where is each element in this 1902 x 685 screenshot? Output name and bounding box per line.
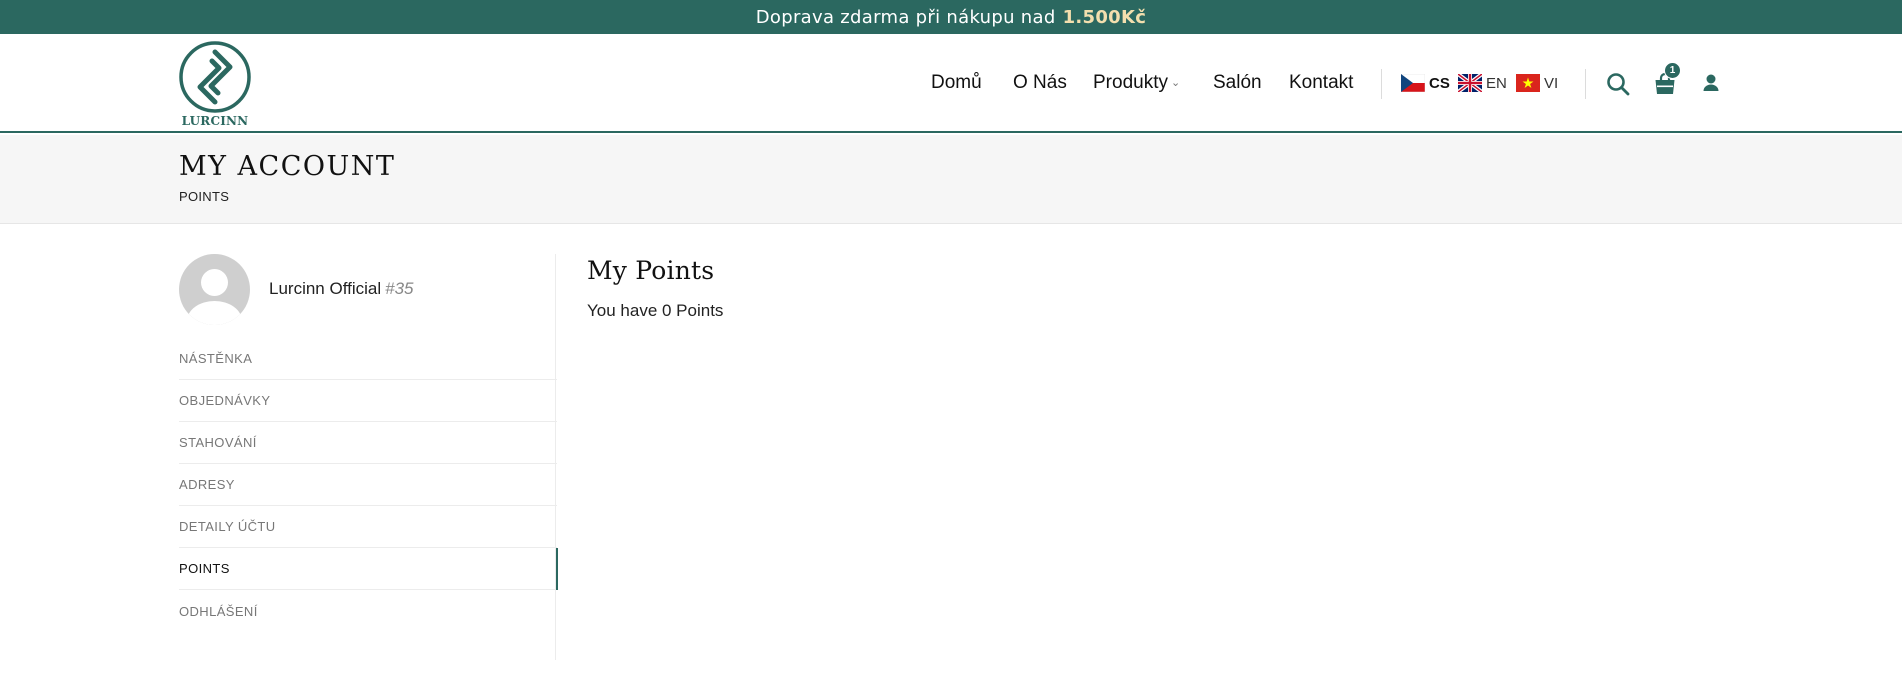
avatar-head: [201, 269, 228, 296]
page-title: MY ACCOUNT: [179, 151, 396, 182]
menu-item-detaily-uctu[interactable]: DETAILY ÚČTU: [179, 506, 557, 548]
menu-item-nastenka[interactable]: NÁSTĚNKA: [179, 338, 557, 380]
nav-divider: [1381, 69, 1382, 99]
nav-item-domu[interactable]: Domů: [931, 72, 982, 94]
avatar-body: [187, 301, 242, 325]
uk-flag-icon: [1458, 74, 1482, 92]
logo[interactable]: LURCINN: [178, 40, 252, 132]
avatar: [179, 254, 250, 325]
menu-item-odhlaseni[interactable]: ODHLÁŠENÍ: [179, 590, 557, 632]
profile-name-text: Lurcinn Official: [269, 279, 382, 298]
nav-divider: [1585, 69, 1586, 99]
promo-text: Doprava zdarma při nákupu nad: [755, 6, 1056, 28]
lang-cs[interactable]: CS: [1401, 74, 1450, 92]
nav-item-produkty-label: Produkty: [1093, 72, 1168, 93]
promo-amount: 1.500Kč: [1062, 6, 1147, 28]
lurcinn-logo-icon: [179, 41, 251, 113]
menu-item-objednavky[interactable]: OBJEDNÁVKY: [179, 380, 557, 422]
main-content: My Points You have 0 Points: [587, 256, 723, 321]
nav-item-salon[interactable]: Salón: [1213, 72, 1262, 94]
account-menu: NÁSTĚNKA OBJEDNÁVKY STAHOVÁNÍ ADRESY DET…: [179, 338, 558, 632]
lang-vi-label: VI: [1544, 74, 1559, 92]
lang-vi[interactable]: VI: [1516, 74, 1558, 92]
menu-item-points[interactable]: POINTS: [179, 548, 558, 590]
vietnam-flag-icon: [1516, 74, 1540, 92]
cart-count-badge: 1: [1664, 62, 1681, 79]
content-title: My Points: [587, 256, 715, 285]
site-header: LURCINN Domů O Nás Produkty ⌄ Salón Konta…: [0, 34, 1902, 133]
nav-item-produkty[interactable]: Produkty ⌄: [1093, 72, 1180, 94]
menu-item-adresy[interactable]: ADRESY: [179, 464, 557, 506]
lang-en[interactable]: EN: [1458, 74, 1507, 92]
page-title-bar: MY ACCOUNT POINTS: [0, 135, 1902, 224]
lang-cs-label: CS: [1429, 74, 1450, 92]
menu-item-stahovani[interactable]: STAHOVÁNÍ: [179, 422, 557, 464]
lang-en-label: EN: [1486, 74, 1507, 92]
czech-flag-icon: [1401, 74, 1425, 92]
user-profile: Lurcinn Official #35: [179, 254, 557, 334]
logo-text: LURCINN: [181, 114, 249, 128]
points-summary: You have 0 Points: [587, 301, 724, 320]
promo-bar: Doprava zdarma při nákupu nad 1.500Kč: [0, 0, 1902, 34]
search-icon[interactable]: [1606, 72, 1630, 100]
nav-item-kontakt[interactable]: Kontakt: [1289, 72, 1353, 94]
user-icon[interactable]: [1701, 72, 1721, 98]
profile-name: Lurcinn Official #35: [269, 279, 414, 299]
profile-id: #35: [385, 279, 414, 298]
nav-item-o-nas[interactable]: O Nás: [1013, 72, 1067, 94]
sidebar-divider: [555, 254, 556, 660]
breadcrumb: POINTS: [179, 189, 230, 204]
chevron-down-icon: ⌄: [1170, 77, 1181, 89]
